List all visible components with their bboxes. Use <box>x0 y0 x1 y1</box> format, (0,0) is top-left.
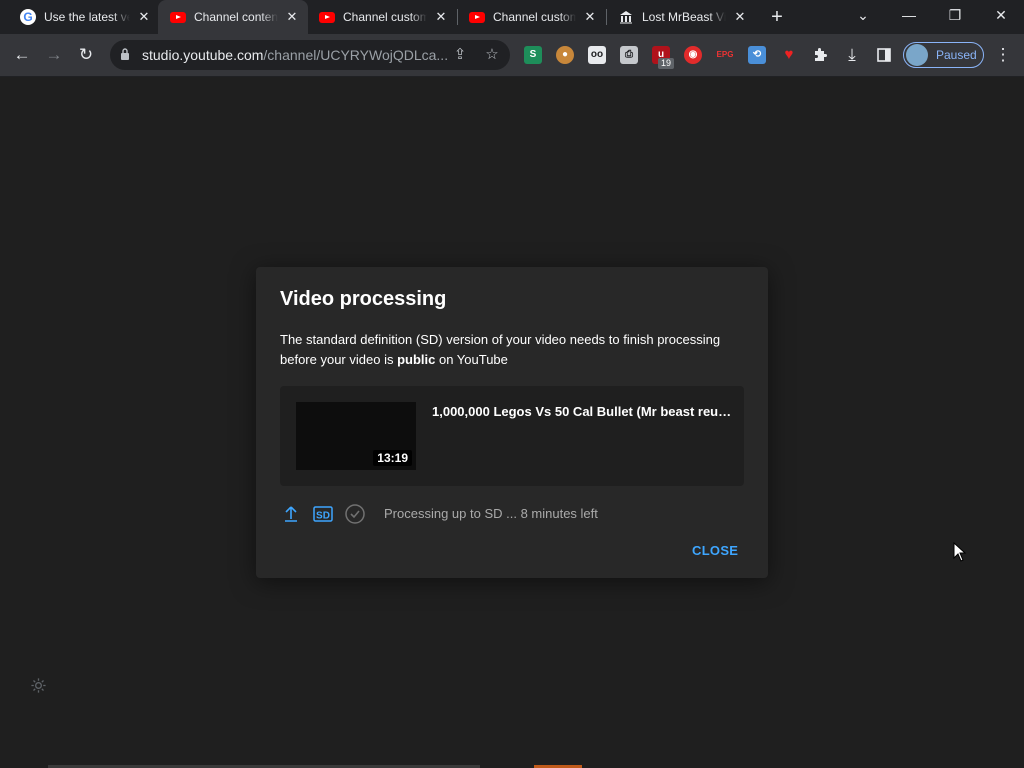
video-duration: 13:19 <box>373 450 412 466</box>
sd-label: SD <box>316 511 330 522</box>
address-bar[interactable]: studio.youtube.com/channel/UCYRYWojQDLca… <box>110 40 510 70</box>
google-icon: G <box>20 9 36 25</box>
restore-icon[interactable]: ❐ <box>932 0 978 30</box>
minimize-icon[interactable]: — <box>886 0 932 30</box>
extension-heart-icon[interactable]: ♥ <box>780 46 798 64</box>
checkmark-circle-icon <box>345 504 365 524</box>
close-tab-icon[interactable]: ✕ <box>582 9 598 25</box>
close-tab-icon[interactable]: ✕ <box>284 9 300 25</box>
video-card: 13:19 1,000,000 Legos Vs 50 Cal Bullet (… <box>280 386 744 486</box>
settings-gear-icon[interactable] <box>30 677 47 694</box>
tab-chrome-update[interactable]: G Use the latest version of Chrome ✕ <box>8 0 160 34</box>
tab-channel-content[interactable]: Channel content - YouTube Studio ✕ <box>158 0 308 34</box>
bottom-progress-strip <box>0 764 1024 768</box>
forward-arrow-icon[interactable]: → <box>40 41 68 69</box>
tab-title: Channel customization - YouTube Studio <box>493 10 576 24</box>
extension-s-icon[interactable]: S <box>524 46 542 64</box>
tab-strip: G Use the latest version of Chrome ✕ Cha… <box>0 0 1024 34</box>
menu-kebab-icon[interactable]: ⋮ <box>989 41 1017 69</box>
close-button[interactable]: CLOSE <box>692 543 738 558</box>
avatar <box>906 44 928 66</box>
extension-rpg-icon[interactable]: EPG <box>716 46 734 64</box>
video-title[interactable]: 1,000,000 Legos Vs 50 Cal Bullet (Mr bea… <box>432 404 732 419</box>
extension-badge-count: 19 <box>658 58 675 69</box>
url-host: studio.youtube.com <box>142 47 264 63</box>
processing-status-text: Processing up to SD ... 8 minutes left <box>384 506 598 521</box>
extension-glasses-icon[interactable]: oo <box>588 46 606 64</box>
youtube-icon <box>170 9 186 25</box>
new-tab-plus-icon[interactable]: + <box>766 6 788 28</box>
profile-status-label: Paused <box>936 48 977 62</box>
video-processing-dialog: Video processing The standard definition… <box>256 267 768 578</box>
tab-title: Channel customization - YouTube Studio <box>343 10 427 24</box>
tab-channel-customization-1[interactable]: Channel customization - YouTube Studio ✕ <box>307 0 457 34</box>
share-icon[interactable]: ⇪ <box>450 45 470 65</box>
bookmark-star-icon[interactable]: ☆ <box>482 45 502 65</box>
close-tab-icon[interactable]: ✕ <box>433 9 449 25</box>
tab-search-chevron-icon[interactable]: ⌄ <box>840 0 886 30</box>
dialog-title: Video processing <box>280 288 447 310</box>
back-arrow-icon[interactable]: ← <box>8 41 36 69</box>
extensions-puzzle-icon[interactable] <box>806 41 834 69</box>
tab-title: Channel content - YouTube Studio <box>194 10 278 24</box>
dialog-message: The standard definition (SD) version of … <box>280 330 740 370</box>
download-icon[interactable]: ⤓ <box>838 41 866 69</box>
extension-cookie-icon[interactable]: ● <box>556 46 574 64</box>
sd-quality-icon: SD <box>312 503 334 525</box>
extension-red-circle-icon[interactable]: ◉ <box>684 46 702 64</box>
extension-translate-icon[interactable]: ⟲ <box>748 46 766 64</box>
video-thumbnail[interactable]: 13:19 <box>296 402 416 470</box>
bank-icon <box>618 9 634 25</box>
processing-status-row: SD Processing up to SD ... 8 minutes lef… <box>280 503 744 525</box>
profile-button[interactable]: Paused <box>903 42 984 68</box>
close-window-icon[interactable]: ✕ <box>978 0 1024 30</box>
tab-title: Lost MrBeast Videos <box>642 10 726 24</box>
url-path: /channel/UCYRYWojQDLca... <box>263 47 449 63</box>
message-bold-public: public <box>397 352 436 367</box>
browser-toolbar: ← → ↻ studio.youtube.com/channel/UCYRYWo… <box>0 34 1024 77</box>
tab-lost-mrbeast[interactable]: Lost MrBeast Videos ✕ <box>606 0 756 34</box>
message-after: on YouTube <box>435 352 508 367</box>
side-panel-icon[interactable] <box>870 41 898 69</box>
extension-printer-icon[interactable]: ⎙ <box>620 46 638 64</box>
youtube-icon <box>469 9 485 25</box>
tab-channel-customization-2[interactable]: Channel customization - YouTube Studio ✕ <box>457 0 606 34</box>
close-tab-icon[interactable]: ✕ <box>732 9 748 25</box>
url-text: studio.youtube.com/channel/UCYRYWojQDLca… <box>142 47 452 63</box>
tab-title: Use the latest version of Chrome <box>44 10 130 24</box>
youtube-icon <box>319 9 335 25</box>
close-tab-icon[interactable]: ✕ <box>136 9 152 25</box>
lock-icon <box>121 48 129 60</box>
upload-arrow-icon <box>285 506 297 522</box>
mouse-cursor-icon <box>953 542 967 562</box>
reload-icon[interactable]: ↻ <box>72 41 100 69</box>
